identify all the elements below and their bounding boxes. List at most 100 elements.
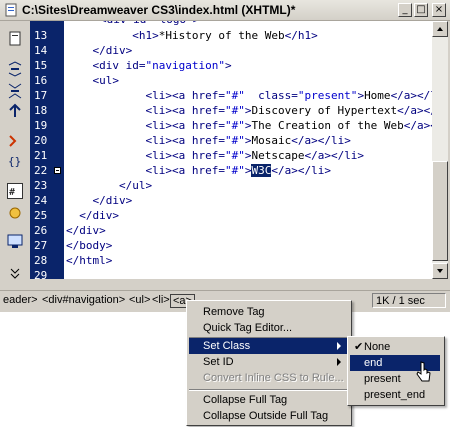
line-number-gutter[interactable]: 13 14 15 16 17 18 19 20 21 22 23 24 25 26 27 28 29 bbox=[30, 21, 64, 282]
line-number: 23 bbox=[34, 179, 48, 192]
balance-braces-icon[interactable] bbox=[7, 133, 23, 149]
submenu-item-label: None bbox=[364, 341, 391, 353]
line-number: 19 bbox=[34, 119, 48, 132]
code-token: </a></li> bbox=[291, 134, 351, 147]
menu-item-set-id[interactable]: Set ID bbox=[189, 354, 347, 370]
code-token: "present" bbox=[297, 89, 358, 102]
submenu-arrow-icon bbox=[337, 342, 341, 350]
snippet-icon[interactable] bbox=[7, 233, 23, 249]
code-line: </div> bbox=[66, 208, 119, 224]
selected-text: W3C bbox=[251, 164, 272, 177]
code-token: </a></li> bbox=[390, 89, 432, 102]
code-token: href= bbox=[191, 149, 225, 162]
code-token: "#" bbox=[224, 104, 245, 117]
menu-item-label: Convert Inline CSS to Rule... bbox=[203, 372, 344, 384]
coding-toolbar: {} # bbox=[0, 21, 31, 286]
menu-item-remove-tag[interactable]: Remove Tag bbox=[189, 304, 347, 320]
highlight-invalid-icon[interactable]: # bbox=[7, 183, 23, 199]
more-icon[interactable] bbox=[7, 265, 23, 281]
code-token: </body> bbox=[66, 239, 113, 252]
code-editor[interactable]: <div id="logo"> <h1>*History of the Web<… bbox=[64, 21, 432, 279]
mouse-pointer-icon bbox=[416, 361, 431, 382]
scroll-up-button[interactable] bbox=[432, 21, 448, 37]
code-token: </div> bbox=[92, 44, 133, 57]
line-number: 14 bbox=[34, 44, 48, 57]
line-number: 20 bbox=[34, 134, 48, 147]
document-icon bbox=[5, 3, 17, 17]
code-line: <li><a href="#">Mosaic</a></li> bbox=[66, 133, 351, 149]
code-token: The Creation of the Web bbox=[251, 119, 404, 132]
checkmark-icon: ✔ bbox=[354, 341, 364, 353]
submenu-arrow-icon bbox=[337, 358, 341, 366]
code-line-partial: <div id="logo"> bbox=[100, 21, 199, 28]
code-token: "#" bbox=[224, 149, 245, 162]
expand-icon[interactable] bbox=[7, 61, 23, 77]
scroll-down-button[interactable] bbox=[432, 263, 448, 279]
code-line: </html> bbox=[66, 253, 112, 269]
code-token: href= bbox=[191, 104, 225, 117]
code-token: Home bbox=[364, 89, 391, 102]
file-management-icon[interactable] bbox=[7, 31, 23, 47]
code-token: "#" bbox=[224, 164, 245, 177]
tag-selector-li[interactable]: <li> bbox=[152, 294, 170, 306]
collapse-toggle-icon[interactable] bbox=[54, 167, 61, 174]
window-title: C:\Sites\Dreamweaver CS3\index.html (XHT… bbox=[22, 3, 296, 17]
code-token: > bbox=[224, 59, 232, 72]
close-button[interactable]: × bbox=[432, 3, 446, 17]
submenu-item-label: end bbox=[364, 357, 383, 369]
code-token: "#" bbox=[224, 119, 245, 132]
menu-item-label: Set ID bbox=[203, 356, 234, 368]
line-numbers-icon[interactable]: {} bbox=[7, 153, 23, 169]
code-token: "#" bbox=[224, 134, 245, 147]
code-token: </a></li> bbox=[403, 119, 432, 132]
code-token: id= bbox=[125, 59, 146, 72]
line-number: 13 bbox=[34, 29, 48, 42]
menu-item-set-class[interactable]: Set Class bbox=[189, 338, 347, 354]
context-menu: Remove Tag Quick Tag Editor... Set Class… bbox=[186, 300, 352, 426]
scroll-thumb[interactable] bbox=[432, 161, 448, 261]
tag-selector-header[interactable]: eader> bbox=[3, 294, 38, 306]
word-wrap-icon[interactable] bbox=[7, 205, 23, 221]
menu-item-collapse-outside-full-tag[interactable]: Collapse Outside Full Tag bbox=[189, 408, 347, 424]
arrow-up-icon bbox=[437, 27, 443, 31]
code-token: </a></li> bbox=[397, 104, 432, 117]
maximize-button[interactable]: □ bbox=[414, 3, 428, 17]
line-number: 21 bbox=[34, 149, 48, 162]
submenu-item-label: present_end bbox=[364, 389, 426, 401]
code-line: <li><a href="#">The Creation of the Web<… bbox=[66, 118, 432, 134]
code-token: </a></li> bbox=[271, 164, 331, 177]
collapse-icon[interactable] bbox=[7, 83, 23, 99]
submenu-item-label: present bbox=[364, 373, 401, 385]
code-token: href= bbox=[191, 134, 225, 147]
vertical-scrollbar[interactable] bbox=[432, 21, 448, 279]
menu-item-collapse-full-tag[interactable]: Collapse Full Tag bbox=[189, 392, 347, 408]
code-token: href= bbox=[191, 119, 225, 132]
minimize-button[interactable]: _ bbox=[398, 3, 412, 17]
dreamweaver-window: C:\Sites\Dreamweaver CS3\index.html (XHT… bbox=[0, 0, 450, 312]
line-number: 17 bbox=[34, 89, 48, 102]
code-token: </ul> bbox=[118, 179, 153, 192]
code-token: </a></li> bbox=[304, 149, 365, 162]
tag-selector-ul[interactable]: <ul> bbox=[129, 294, 150, 306]
horizontal-scroll-strip bbox=[30, 279, 448, 286]
tag-selector-div-navigation[interactable]: <div#navigation> bbox=[42, 294, 125, 306]
menu-item-label: Set Class bbox=[203, 340, 251, 352]
code-line: <li><a href="#">Discovery of Hypertext</… bbox=[66, 103, 432, 119]
select-parent-icon[interactable] bbox=[7, 103, 23, 119]
line-number: 28 bbox=[34, 254, 48, 267]
code-line: </div> bbox=[66, 223, 106, 239]
code-line: <div id="navigation"> bbox=[66, 58, 232, 74]
title-bar[interactable]: C:\Sites\Dreamweaver CS3\index.html (XHT… bbox=[0, 0, 450, 21]
code-token: Discovery of Hypertext bbox=[251, 104, 398, 117]
code-token: "navigation" bbox=[145, 59, 225, 72]
submenu-item-present-end[interactable]: present_end bbox=[350, 387, 440, 403]
submenu-item-none[interactable]: ✔ None bbox=[350, 339, 440, 355]
code-token: <li><a bbox=[145, 164, 192, 177]
code-token: <h1> bbox=[132, 29, 159, 42]
code-line: <li><a href="#" class="present">Home</a>… bbox=[66, 88, 432, 104]
code-token: href= bbox=[191, 164, 225, 177]
menu-item-quick-tag-editor[interactable]: Quick Tag Editor... bbox=[189, 320, 347, 336]
code-token: </h1> bbox=[284, 29, 318, 42]
code-token: "#" bbox=[224, 89, 245, 102]
